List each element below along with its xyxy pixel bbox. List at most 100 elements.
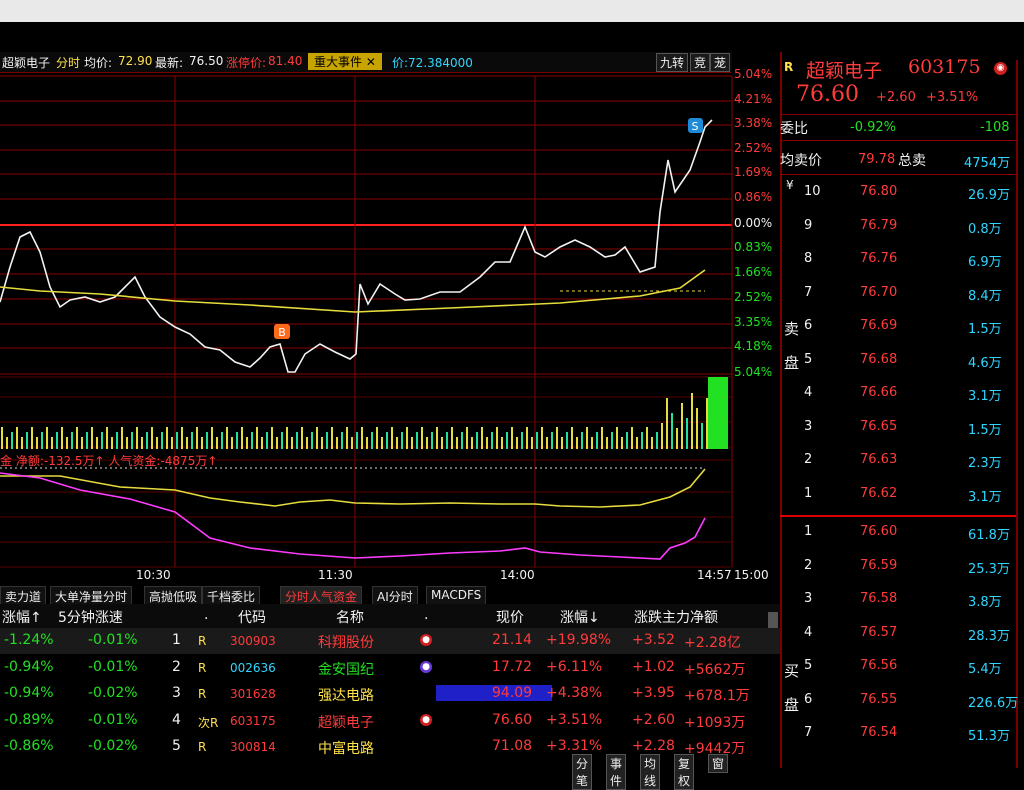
rating-tag: R (198, 687, 207, 701)
major-event-button[interactable]: 重大事件 ✕ (308, 53, 382, 70)
rating-tag: 次R (198, 715, 219, 730)
table-row[interactable]: -0.94% -0.02% 3 R 301628 强达电路 94.09 +4.38% +3.95… (0, 681, 780, 707)
bid-volume: 28.3万 (968, 628, 1010, 644)
bottom-tab-4[interactable]: 窗 (708, 754, 729, 773)
left-speed: -0.01% (88, 658, 138, 675)
stock-name: 科翔股份 (318, 635, 374, 651)
rating-tag: R (198, 740, 207, 754)
average-price-line (0, 269, 706, 313)
quote-percent: +3.51% (926, 90, 979, 105)
ask-row[interactable]: 3 76.65 1.5万 (784, 411, 1020, 444)
table-row[interactable]: -0.86% -0.02% 5 R 300814 中富电路 71.08 +3.31% +2.28… (0, 734, 780, 760)
ask-row[interactable]: 7 76.70 8.4万 (784, 277, 1020, 310)
close-icon[interactable]: ✕ (366, 55, 376, 69)
axis-label-4: 1.69% (734, 165, 773, 179)
table-row[interactable]: -0.89% -0.01% 4 次R 603175 超颖电子 76.60 +3.51% +2.6… (0, 708, 780, 734)
ask-price: 76.65 (860, 418, 898, 434)
info-icon[interactable]: ◉ (994, 62, 1007, 75)
buy-marker[interactable]: B (274, 324, 290, 339)
badge-icon[interactable]: ● (420, 634, 432, 646)
axis-label-8: 1.66% (734, 265, 773, 279)
bid-row[interactable]: 4 76.57 28.3万 (784, 617, 1020, 650)
axis-label-11: 4.18% (734, 339, 773, 353)
ask-row[interactable]: 9 76.79 0.8万 (784, 210, 1020, 243)
badge-icon[interactable]: ● (420, 660, 432, 673)
table-row[interactable]: -0.94% -0.01% 2 R 002636 金安国纪 17.72 +6.11% +1.02… (0, 655, 780, 681)
stock-name: 强达电路 (318, 688, 374, 704)
badge-icon[interactable]: ● (420, 713, 432, 726)
bottom-tab-3[interactable]: 复权 (674, 754, 695, 790)
ask-level: 9 (804, 217, 813, 233)
axis-label-2: 3.38% (734, 116, 773, 130)
bid-level: 1 (804, 524, 813, 539)
row-index: 1 (172, 632, 181, 648)
ask-row[interactable]: 4 76.66 3.1万 (784, 377, 1020, 410)
avg-sell-value: 79.78 (858, 152, 896, 167)
left-header-speed[interactable]: 5分钟涨速 (58, 607, 123, 627)
header-name[interactable]: 名称 (336, 607, 364, 627)
axis-label-5: 0.86% (734, 190, 773, 204)
stock-price: 17.72 (492, 658, 533, 675)
bid-row[interactable]: 3 76.58 3.8万 (784, 583, 1020, 616)
nine-turn-button[interactable]: 九转 (656, 53, 689, 72)
weibi-value: -0.92% (850, 120, 896, 135)
left-header-pct[interactable]: 涨幅↑ (2, 607, 42, 627)
bid-volume: 51.3万 (968, 729, 1010, 744)
left-speed: -0.02% (88, 685, 138, 701)
ask-price: 76.66 (860, 385, 898, 400)
left-pct: -0.86% (4, 738, 54, 754)
stock-change: +3.95 (632, 685, 675, 701)
bid-row[interactable]: 1 76.60 61.8万 (784, 516, 1020, 549)
ask-volume: 1.5万 (968, 422, 1002, 438)
quote-price: 76.60 (796, 82, 859, 107)
bid-volume: 226.6万 (968, 695, 1019, 711)
bottom-tab-1[interactable]: 事件 (606, 754, 627, 790)
avg-sell-label: 均卖价 (780, 153, 822, 169)
header-code[interactable]: 代码 (238, 607, 266, 627)
ask-level: 6 (804, 318, 813, 333)
extra-button[interactable]: 茏 (710, 53, 731, 72)
stock-change: +1.02 (632, 658, 675, 675)
stock-code: 301628 (230, 687, 276, 701)
stock-net: +678.1万 (684, 688, 750, 704)
header-dot-1: . (204, 607, 209, 623)
bid-row[interactable]: 2 76.59 25.3万 (784, 550, 1020, 583)
bid-price: 76.60 (860, 524, 898, 539)
header-avg-label: 均价: (84, 56, 113, 70)
auction-button[interactable]: 竞 (690, 53, 711, 72)
bid-row[interactable]: 7 76.54 51.3万 (784, 717, 1020, 750)
stock-name: 金安国纪 (318, 661, 374, 678)
bid-row[interactable]: 6 76.55 226.6万 (784, 684, 1020, 717)
header-net[interactable]: 涨跌主力净额 (634, 607, 718, 627)
stock-net: +1093万 (684, 714, 746, 731)
header-price[interactable]: 现价 (496, 607, 524, 627)
ask-price: 76.63 (860, 452, 898, 467)
bid-row[interactable]: 5 76.56 5.4万 (784, 650, 1020, 683)
stock-code: 002636 (230, 660, 276, 675)
ask-volume: 2.3万 (968, 456, 1002, 471)
bottom-tab-0[interactable]: 分笔 (572, 754, 593, 790)
header-mode[interactable]: 分时 (56, 54, 80, 71)
bid-level: 7 (804, 725, 813, 740)
ask-volume: 26.9万 (968, 188, 1010, 203)
header-limit-label: 涨停价: (226, 56, 267, 70)
rating-tag: R (198, 660, 207, 675)
header-latest-label: 最新: (155, 56, 184, 70)
ask-row[interactable]: 1 76.62 3.1万 (784, 478, 1020, 511)
left-pct: -0.94% (4, 658, 54, 675)
table-row[interactable]: -1.24% -0.01% 1 R 300903 科翔股份 21.14 +19.98% +3.5… (0, 628, 780, 654)
time-label-0: 10:30 (136, 568, 171, 582)
ask-row[interactable]: 8 76.76 6.9万 (784, 243, 1020, 276)
sell-marker[interactable]: S (688, 118, 703, 133)
ask-volume: 6.9万 (968, 255, 1002, 270)
ask-row[interactable]: 10 76.80 26.9万 (784, 176, 1020, 209)
bottom-tab-2[interactable]: 均线 (640, 754, 661, 790)
left-pct: -1.24% (4, 632, 54, 648)
left-pct: -0.94% (4, 685, 54, 701)
ask-row[interactable]: 5 76.68 4.6万 (784, 344, 1020, 377)
intraday-chart[interactable]: B S (0, 72, 735, 577)
header-pct[interactable]: 涨幅↓ (560, 607, 600, 627)
ask-row[interactable]: 6 76.69 1.5万 (784, 310, 1020, 343)
ask-volume: 0.8万 (968, 221, 1002, 237)
ask-row[interactable]: 2 76.63 2.3万 (784, 444, 1020, 477)
